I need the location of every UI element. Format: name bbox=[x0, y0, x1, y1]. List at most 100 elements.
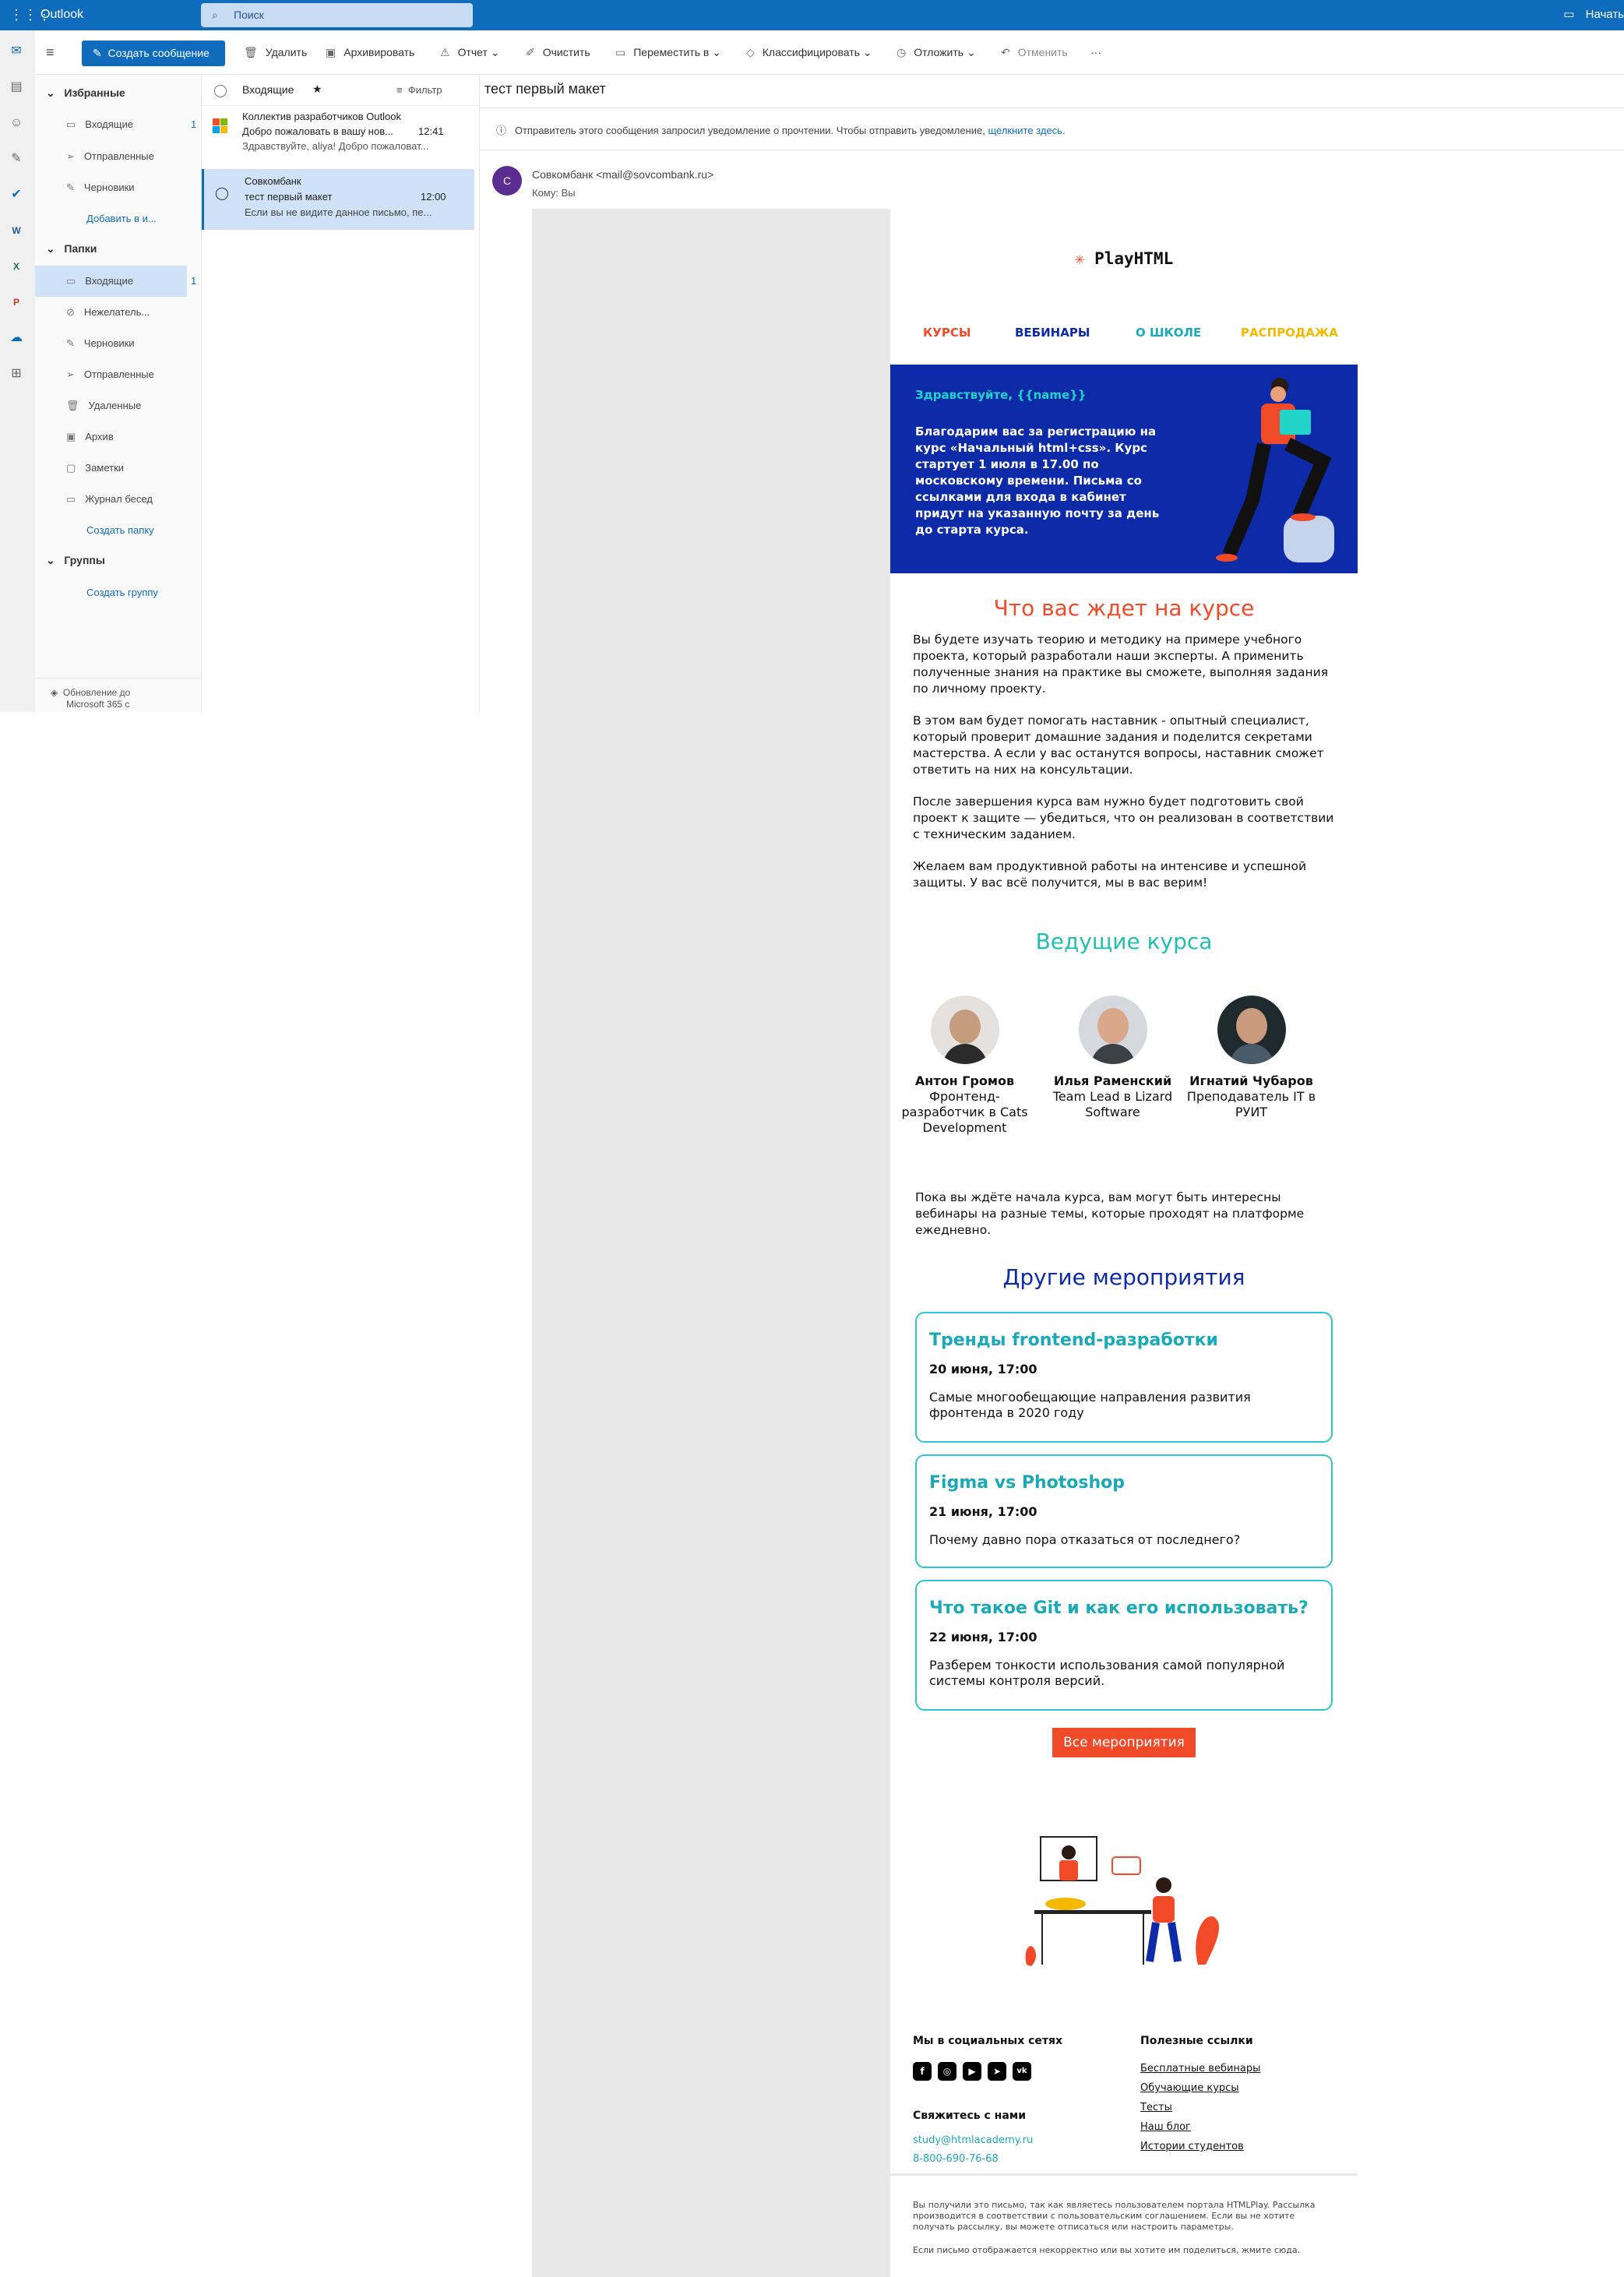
select-all-checkbox[interactable]: ◯ bbox=[213, 83, 227, 98]
nav-sale[interactable]: РАСПРОДАЖА bbox=[1241, 326, 1338, 340]
footer-link[interactable]: Бесплатные вебинары bbox=[1140, 2063, 1260, 2074]
onedrive-icon[interactable]: ☁ bbox=[8, 330, 25, 347]
app-title[interactable]: Outlook bbox=[41, 8, 83, 22]
paragraph: Вы будете изучать теорию и методику на п… bbox=[913, 633, 1329, 696]
powerpoint-icon[interactable]: P bbox=[8, 294, 25, 311]
sweep-button[interactable]: ✐ Очистить bbox=[526, 45, 590, 59]
folder-item-deleted[interactable]: 🗑 Удаленные bbox=[66, 399, 141, 413]
filter-button[interactable]: ≡ Фильтр bbox=[396, 84, 442, 96]
folder-item-sent[interactable]: ➢ Отправленные bbox=[66, 368, 154, 382]
footer-link[interactable]: Истории студентов bbox=[1140, 2141, 1244, 2152]
unread-count: 1 bbox=[191, 118, 197, 130]
footer-link[interactable]: Обучающие курсы bbox=[1140, 2082, 1239, 2094]
contact-phone-link[interactable]: 8-800-690-76-68 bbox=[913, 2153, 999, 2165]
list-item-selected[interactable]: ◯ Совкомбанк тест первый макет 12:00 Есл… bbox=[202, 169, 474, 230]
search-input[interactable]: ⌕ Поиск bbox=[201, 3, 473, 27]
new-message-button[interactable]: ✎ Создать сообщение bbox=[82, 41, 225, 66]
footer-link[interactable]: Наш блог bbox=[1140, 2121, 1191, 2133]
undo-button[interactable]: ↶ Отменить bbox=[1001, 45, 1068, 59]
folders-header[interactable]: ⌄ Папки bbox=[46, 241, 97, 256]
upgrade-line1: Обновление до bbox=[62, 687, 131, 698]
notice-text: Отправитель этого сообщения запросил уве… bbox=[514, 125, 985, 136]
todo-icon[interactable]: ✔ bbox=[8, 186, 25, 203]
message-list: ◯ Входящие ★ ≡ Фильтр Коллектив разработ… bbox=[202, 75, 480, 712]
event-card[interactable]: Что такое Git и как его использовать? 22… bbox=[915, 1580, 1333, 1711]
message-time: 12:00 bbox=[421, 191, 446, 203]
event-title[interactable]: Figma vs Photoshop bbox=[929, 1473, 1125, 1493]
folder-move-icon: ▭ bbox=[615, 46, 626, 58]
archive-button[interactable]: ▣ Архивировать bbox=[326, 45, 414, 59]
sweep-label: Очистить bbox=[542, 46, 590, 58]
delete-button[interactable]: 🗑 Удалить bbox=[244, 45, 307, 59]
meet-now-icon[interactable]: ▭ bbox=[1563, 8, 1574, 21]
fav-item-inbox[interactable]: ▭ Входящие 1 bbox=[66, 118, 206, 132]
footer-view-online-text[interactable]: Если письмо отображается некорректно или… bbox=[913, 2245, 1337, 2256]
folder-item-drafts[interactable]: ✎ Черновики bbox=[66, 337, 135, 351]
report-button[interactable]: ⚠ Отчет ⌄ bbox=[440, 45, 500, 59]
event-title[interactable]: Тренды frontend-разработки bbox=[929, 1331, 1218, 1350]
excel-icon[interactable]: X bbox=[8, 258, 25, 275]
telegram-icon[interactable]: ➤ bbox=[988, 2062, 1006, 2081]
fav-item-drafts[interactable]: ✎ Черновики bbox=[66, 181, 135, 195]
mail-icon[interactable]: ✉ bbox=[8, 43, 25, 60]
recipient-line: Кому: Вы bbox=[532, 187, 576, 199]
add-favorite-link[interactable]: Добавить в и... bbox=[86, 212, 157, 226]
people-icon[interactable]: ☺ bbox=[8, 115, 25, 132]
footer-link[interactable]: Тесты bbox=[1140, 2102, 1172, 2113]
folder-item-archive[interactable]: ▣ Архив bbox=[66, 430, 114, 444]
calendar-icon[interactable]: ▤ bbox=[8, 79, 25, 96]
message-subject: Добро пожаловать в вашу нов... bbox=[242, 125, 393, 137]
nav-about[interactable]: О ШКОЛЕ bbox=[1136, 326, 1201, 340]
greeting: Здравствуйте, {{name}} bbox=[915, 388, 1087, 402]
delete-label: Удалить bbox=[265, 46, 308, 58]
folder-item-inbox[interactable]: ▭ Входящие 1 bbox=[66, 274, 206, 288]
send-receipt-link[interactable]: щелкните здесь. bbox=[988, 125, 1065, 136]
speaker-name: Илья Раменский bbox=[1053, 1073, 1172, 1088]
speaker-role: Преподаватель IT в РУИТ bbox=[1186, 1089, 1316, 1119]
footer-illustration bbox=[1025, 1836, 1220, 1966]
apps-icon[interactable]: ⊞ bbox=[8, 365, 25, 382]
sender-address[interactable]: Совкомбанк <mail@sovcombank.ru> bbox=[532, 168, 713, 181]
undo-icon: ↶ bbox=[1001, 46, 1010, 58]
contact-email-link[interactable]: study@htmlacademy.ru bbox=[913, 2134, 1033, 2146]
playhtml-logo[interactable]: ✳ PlayHTML bbox=[890, 249, 1358, 268]
nav-webinars[interactable]: ВЕБИНАРЫ bbox=[1015, 326, 1090, 340]
event-card[interactable]: Тренды frontend-разработки 20 июня, 17:0… bbox=[915, 1312, 1333, 1443]
instagram-icon[interactable]: ◎ bbox=[938, 2062, 956, 2081]
chevron-down-icon: ⌄ bbox=[46, 86, 55, 99]
fav-item-sent[interactable]: ➢ Отправленные bbox=[66, 150, 154, 164]
attachment-icon[interactable]: ✎ bbox=[8, 150, 25, 167]
facebook-icon[interactable]: f bbox=[913, 2062, 932, 2081]
favorite-star-icon[interactable]: ★ bbox=[312, 83, 322, 96]
hamburger-icon[interactable]: ≡ bbox=[46, 44, 55, 61]
sender-avatar[interactable]: С bbox=[492, 166, 522, 196]
word-icon[interactable]: W bbox=[8, 222, 25, 239]
groups-header[interactable]: ⌄ Группы bbox=[46, 553, 105, 567]
create-group-link[interactable]: Создать группу bbox=[86, 586, 158, 600]
list-item[interactable]: Коллектив разработчиков Outlook Добро по… bbox=[202, 109, 474, 167]
upgrade-banner[interactable]: ◈ Обновление до Microsoft 365 с bbox=[51, 687, 130, 710]
vk-icon[interactable]: vk bbox=[1013, 2062, 1031, 2081]
folder-item-notes[interactable]: ▢ Заметки bbox=[66, 461, 124, 475]
folder-item-conversation-history[interactable]: ▭ Журнал бесед bbox=[66, 492, 153, 506]
unread-count: 1 bbox=[191, 275, 197, 287]
create-folder-link[interactable]: Создать папку bbox=[86, 523, 154, 538]
move-to-button[interactable]: ▭ Переместить в ⌄ bbox=[615, 45, 721, 59]
more-actions-button[interactable]: ··· bbox=[1090, 45, 1101, 59]
speaker-card: Антон Громов Фронтенд-разработчик в Cats… bbox=[897, 996, 1033, 1136]
categorize-button[interactable]: ◇ Классифицировать ⌄ bbox=[746, 45, 872, 59]
snooze-button[interactable]: ◷ Отложить ⌄ bbox=[897, 45, 976, 59]
nav-courses[interactable]: КУРСЫ bbox=[923, 326, 971, 340]
top-right-area[interactable]: ▭ Начать bbox=[1555, 8, 1624, 22]
folder-item-junk[interactable]: ⊘ Нежелатель... bbox=[66, 305, 150, 319]
chevron-down-icon: ⌄ bbox=[862, 46, 872, 58]
waiting-text: Пока вы ждёте начала курса, вам могут бы… bbox=[915, 1190, 1305, 1237]
message-select-radio[interactable]: ◯ bbox=[215, 186, 229, 201]
contact-title: Свяжитесь с нами bbox=[913, 2110, 1027, 2122]
youtube-icon[interactable]: ▶ bbox=[963, 2062, 981, 2081]
event-card[interactable]: Figma vs Photoshop 21 июня, 17:00 Почему… bbox=[915, 1454, 1333, 1568]
top-right-label[interactable]: Начать bbox=[1586, 8, 1624, 21]
favorites-header[interactable]: ⌄ Избранные bbox=[46, 86, 125, 100]
event-title[interactable]: Что такое Git и как его использовать? bbox=[929, 1598, 1309, 1618]
all-events-button[interactable]: Все мероприятия bbox=[1052, 1728, 1196, 1757]
